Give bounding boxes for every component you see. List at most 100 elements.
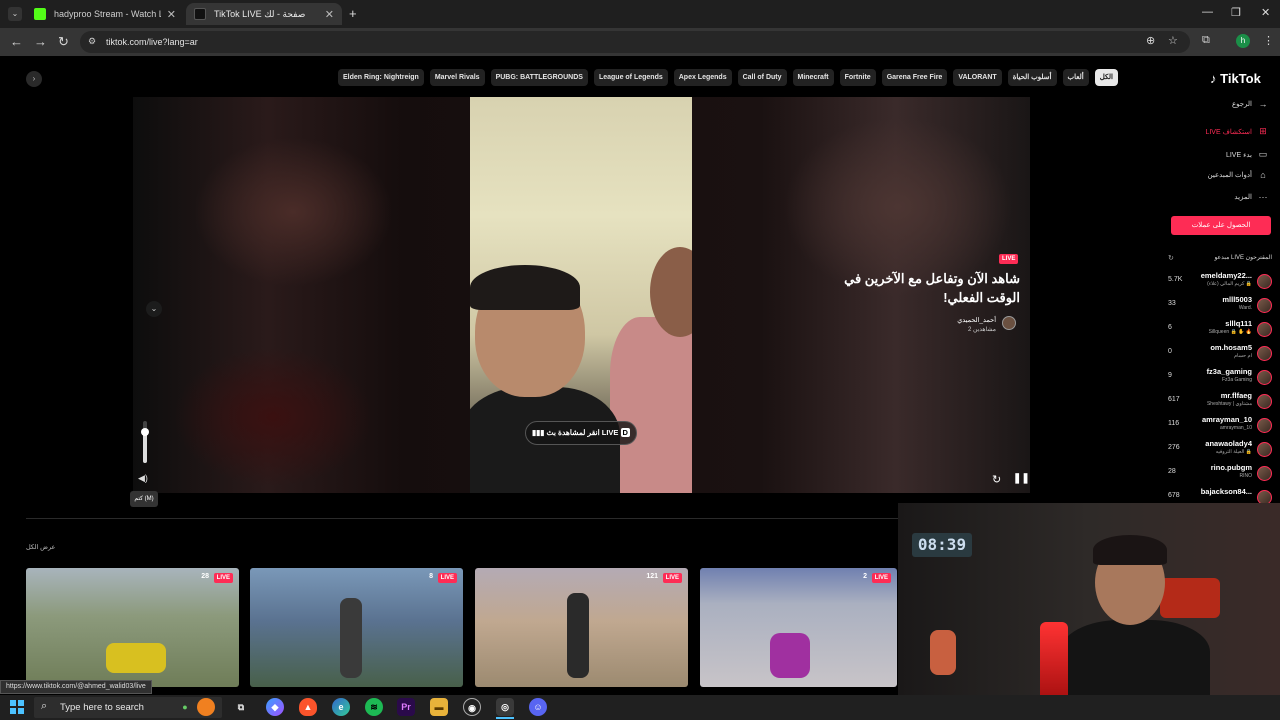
sidebar-item-back[interactable]: → الرجوع bbox=[1232, 99, 1268, 109]
edge-icon[interactable]: e bbox=[332, 698, 350, 716]
obs-icon[interactable]: ◉ bbox=[463, 698, 481, 716]
character-shape bbox=[340, 598, 362, 678]
host-avatar[interactable] bbox=[1002, 316, 1016, 330]
categories-scroll-icon[interactable]: › bbox=[26, 71, 42, 87]
tab-title: hadyproo Stream - Watch Live bbox=[54, 9, 161, 19]
next-stream-icon[interactable]: ⌄ bbox=[146, 301, 162, 317]
brave-icon[interactable]: ▲ bbox=[299, 698, 317, 716]
back-arrow-icon: → bbox=[1258, 99, 1268, 109]
category-chip[interactable]: ألعاب bbox=[1062, 69, 1089, 86]
volume-handle[interactable] bbox=[141, 428, 149, 436]
blur-shape bbox=[173, 347, 373, 487]
category-chip[interactable]: PUBG: BATTLEGROUNDS bbox=[490, 69, 588, 86]
live-thumbnail[interactable]: 121 LIVE bbox=[475, 568, 688, 687]
creator-row[interactable]: 33 mlll5003 Ward. bbox=[1168, 294, 1274, 318]
live-thumbnail[interactable]: 28 LIVE bbox=[26, 568, 239, 687]
windows-start-icon[interactable] bbox=[10, 700, 24, 714]
creator-row[interactable]: 0 om.hosam5 ام حسام bbox=[1168, 342, 1274, 366]
category-chip[interactable]: Elden Ring: Nightreign bbox=[338, 69, 424, 86]
sidebar-item-label: الرجوع bbox=[1231, 101, 1252, 108]
new-tab-icon[interactable]: + bbox=[349, 6, 357, 21]
address-bar[interactable] bbox=[80, 31, 1190, 53]
volume-icon[interactable]: ◀) bbox=[138, 473, 148, 484]
creator-viewer-count: 617 bbox=[1168, 396, 1180, 403]
sidebar-item-explore-live[interactable]: ⊞ استكشاف LIVE bbox=[1205, 126, 1268, 137]
live-badge: LIVE bbox=[871, 573, 891, 583]
creator-avatar bbox=[1257, 370, 1272, 385]
search-icon: ⌕ bbox=[41, 700, 48, 712]
character-shape bbox=[567, 593, 589, 678]
task-view-icon[interactable]: ⧉ bbox=[232, 698, 250, 716]
refresh-icon[interactable]: ↻ bbox=[992, 473, 1001, 486]
sidebar-item-more[interactable]: ··· المزيد bbox=[1234, 192, 1268, 202]
refresh-icon[interactable]: ↻ bbox=[1168, 254, 1174, 262]
live-badge: LIVE bbox=[437, 573, 457, 583]
close-icon[interactable]: ✕ bbox=[167, 8, 176, 21]
category-chip[interactable]: Apex Legends bbox=[673, 69, 732, 86]
category-chip[interactable]: Marvel Rivals bbox=[429, 69, 485, 86]
extensions-icon[interactable]: ⧉ bbox=[1202, 34, 1210, 47]
forward-icon[interactable]: → bbox=[34, 34, 47, 49]
zoom-icon[interactable]: ⊕ bbox=[1146, 34, 1155, 47]
creator-subtitle: ام حسام bbox=[1233, 353, 1252, 359]
back-icon[interactable]: ← bbox=[10, 34, 23, 49]
creator-name: fz3a_gaming bbox=[1206, 367, 1252, 376]
see-all-link[interactable]: عرض الكل bbox=[26, 543, 55, 551]
pause-icon[interactable]: ❚❚ bbox=[1013, 473, 1030, 484]
category-chip[interactable]: League of Legends bbox=[593, 69, 668, 86]
search-placeholder[interactable]: Type here to search bbox=[60, 702, 144, 713]
creator-row[interactable]: 5.7K emeldamy22... كريم المالي (علاء) 🔒 bbox=[1168, 270, 1274, 294]
host-name[interactable]: أحمد_الحميدي bbox=[900, 316, 996, 324]
watch-live-button[interactable]: ▮▮▮ انقر لمشاهدة بث LIVE D bbox=[525, 421, 637, 445]
category-chip[interactable]: Minecraft bbox=[792, 69, 834, 86]
window-close-icon[interactable]: ✕ bbox=[1261, 6, 1270, 19]
url-text[interactable]: tiktok.com/live?lang=ar bbox=[106, 37, 198, 47]
creator-row[interactable]: 6 slllq111 Sillqueen 🔒 ✋ 🔥 bbox=[1168, 318, 1274, 342]
tiktok-logo[interactable]: ♪ TikTok bbox=[1210, 71, 1261, 86]
tab-hadyproo[interactable]: hadyproo Stream - Watch Live ✕ bbox=[26, 3, 184, 25]
explore-icon: ⊞ bbox=[1259, 126, 1267, 136]
tab-tiktok-live[interactable]: TikTok LIVE صفحة - لك ✕ bbox=[186, 3, 342, 25]
maximize-icon[interactable]: ❐ bbox=[1231, 6, 1241, 19]
discord-icon[interactable]: ☺ bbox=[529, 698, 547, 716]
reload-icon[interactable]: ↻ bbox=[58, 34, 69, 50]
category-chip[interactable]: Call of Duty bbox=[737, 69, 787, 86]
tab-search-icon[interactable]: ⌄ bbox=[8, 7, 22, 21]
premiere-icon[interactable]: Pr bbox=[397, 698, 415, 716]
category-chip[interactable]: Fortnite bbox=[839, 69, 876, 86]
creator-row[interactable]: 9 fz3a_gaming Fz3a Gaming bbox=[1168, 366, 1274, 390]
live-thumbnail[interactable]: 8 LIVE bbox=[250, 568, 463, 687]
creator-avatar bbox=[1257, 274, 1272, 289]
spotify-icon[interactable]: ≋ bbox=[365, 698, 383, 716]
file-explorer-icon[interactable]: ▬ bbox=[430, 698, 448, 716]
category-chip-active[interactable]: الكل bbox=[1094, 69, 1118, 86]
home-icon: ⌂ bbox=[1260, 170, 1266, 180]
toy-car-shape bbox=[1160, 578, 1220, 618]
category-chip[interactable]: VALORANT bbox=[953, 69, 1002, 86]
volume-fill bbox=[143, 432, 147, 463]
close-icon[interactable]: ✕ bbox=[325, 8, 334, 21]
profile-avatar[interactable]: h bbox=[1236, 34, 1250, 48]
menu-icon[interactable]: ⋮ bbox=[1263, 34, 1274, 47]
logo-text: TikTok bbox=[1220, 71, 1261, 86]
watch-label: انقر لمشاهدة بث LIVE bbox=[546, 428, 619, 437]
creator-row[interactable]: 28 rino.pubgm RINO bbox=[1168, 462, 1274, 486]
creator-viewer-count: 6 bbox=[1168, 324, 1172, 331]
site-info-icon[interactable]: ⚙ bbox=[88, 36, 96, 47]
sidebar-item-go-live[interactable]: ▭ بدء LIVE bbox=[1226, 149, 1268, 160]
category-chip[interactable]: Garena Free Fire bbox=[881, 69, 948, 86]
get-coins-button[interactable]: الحصول على عملات bbox=[1171, 216, 1271, 235]
tab-title: TikTok LIVE صفحة - لك bbox=[214, 8, 306, 19]
copilot-icon[interactable]: ◆ bbox=[266, 698, 284, 716]
creator-row[interactable]: 276 anawaolady4 العيلة التروفيه 🔒 bbox=[1168, 438, 1274, 462]
creator-row[interactable]: 617 mr.flfaeg Sheshtawy | مشتاوي bbox=[1168, 390, 1274, 414]
bookmark-star-icon[interactable]: ☆ bbox=[1168, 34, 1178, 47]
creator-name: slllq111 bbox=[1225, 319, 1252, 328]
live-thumbnail[interactable]: 2 LIVE bbox=[700, 568, 897, 687]
chrome-icon[interactable]: ◎ bbox=[496, 698, 514, 716]
sidebar-item-creator-tools[interactable]: ⌂ أدوات المبدعين bbox=[1208, 170, 1268, 180]
minimize-icon[interactable]: — bbox=[1202, 6, 1213, 18]
creator-row[interactable]: 116 amrayman_10 amrayman_10 bbox=[1168, 414, 1274, 438]
category-chip[interactable]: أسلوب الحياة bbox=[1007, 69, 1057, 86]
creator-avatar bbox=[1257, 346, 1272, 361]
